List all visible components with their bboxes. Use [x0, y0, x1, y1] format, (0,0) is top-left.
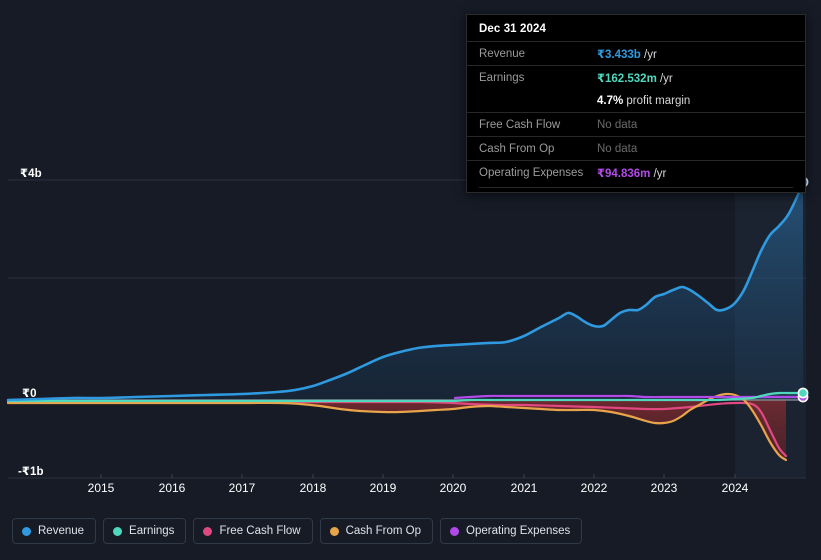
legend-item-label: Operating Expenses [466, 525, 571, 537]
tooltip-row-value: No data [597, 143, 637, 155]
tooltip-row-value: ₹3.433b /yr [597, 47, 657, 61]
tooltip-row-value: ₹94.836m /yr [597, 166, 666, 180]
financial-chart-screen: ₹4b ₹0 -₹1b 2015 2016 2017 2018 2019 2020 2021… [0, 0, 821, 560]
tooltip-row: Operating Expenses ₹94.836m /yr [467, 160, 805, 184]
x-axis-tick-2017: 2017 [228, 481, 256, 495]
tooltip-row-label: Operating Expenses [479, 166, 584, 179]
tooltip-row-amount: ₹94.836m [597, 167, 651, 180]
legend-item-label: Cash From Op [345, 525, 422, 537]
x-axis-tick-2023: 2023 [650, 481, 678, 495]
y-axis-label-zero: ₹0 [22, 388, 37, 400]
legend-item-label: Free Cash Flow [219, 525, 301, 537]
x-axis-tick-2024: 2024 [721, 481, 749, 495]
chart-tooltip: Dec 31 2024 Revenue ₹3.433b /yr Earnings ₹1… [466, 14, 806, 193]
tooltip-rows: Revenue ₹3.433b /yr Earnings ₹162.532m /yr 4… [467, 41, 805, 184]
tooltip-date: Dec 31 2024 [479, 23, 546, 35]
tooltip-row-label: Free Cash Flow [479, 118, 561, 131]
tooltip-row-unit: /yr [640, 48, 657, 61]
x-axis-tick-2019: 2019 [369, 481, 397, 495]
legend-item-cash-from-op[interactable]: Cash From Op [319, 518, 434, 544]
tooltip-row: 4.7% profit margin [467, 89, 805, 112]
tooltip-row-unit: /yr [650, 167, 667, 180]
legend-color-dot-icon [329, 526, 339, 536]
legend-item-earnings[interactable]: Earnings [103, 518, 187, 544]
x-axis-tick-2015: 2015 [87, 481, 115, 495]
tooltip-row-amount: 4.7% [597, 94, 624, 107]
chart-legend[interactable]: Revenue Earnings Free Cash Flow Cash From O… [12, 518, 583, 544]
tooltip-row: Free Cash Flow No data [467, 112, 805, 136]
legend-color-dot-icon [450, 526, 460, 536]
legend-color-dot-icon [113, 526, 123, 536]
legend-item-label: Revenue [38, 525, 85, 537]
tooltip-row-unit: profit margin [623, 94, 691, 107]
tooltip-row-amount: ₹3.433b [597, 48, 641, 61]
tooltip-row: Earnings ₹162.532m /yr [467, 65, 805, 89]
legend-item-operating-expenses[interactable]: Operating Expenses [440, 518, 583, 544]
x-axis-tick-2016: 2016 [158, 481, 186, 495]
x-axis-tick-2021: 2021 [510, 481, 538, 495]
tooltip-row-unit: /yr [656, 72, 673, 85]
legend-color-dot-icon [203, 526, 213, 536]
x-axis-tick-2018: 2018 [299, 481, 327, 495]
tooltip-row-value: No data [597, 119, 637, 131]
tooltip-row-label: Cash From Op [479, 142, 555, 155]
x-axis-tick-2020: 2020 [439, 481, 467, 495]
y-axis-label-top: ₹4b [20, 168, 42, 180]
tooltip-bottom-divider [479, 187, 793, 188]
tooltip-row-label: Earnings [479, 71, 525, 84]
tooltip-row-amount: ₹162.532m [597, 72, 657, 85]
tooltip-row-value: ₹162.532m /yr [597, 71, 673, 85]
tooltip-no-data: No data [597, 118, 638, 131]
legend-item-revenue[interactable]: Revenue [12, 518, 97, 544]
x-axis-tick-2022: 2022 [580, 481, 608, 495]
legend-color-dot-icon [22, 526, 31, 536]
tooltip-row-label: Revenue [479, 47, 526, 60]
tooltip-row-value: 4.7% profit margin [597, 95, 690, 107]
tooltip-row: Revenue ₹3.433b /yr [467, 41, 805, 65]
tooltip-no-data: No data [597, 142, 638, 155]
y-axis-label-bottom: -₹1b [18, 466, 44, 478]
tooltip-row: Cash From Op No data [467, 136, 805, 160]
legend-item-free-cash-flow[interactable]: Free Cash Flow [193, 518, 313, 544]
legend-item-label: Earnings [129, 525, 175, 537]
